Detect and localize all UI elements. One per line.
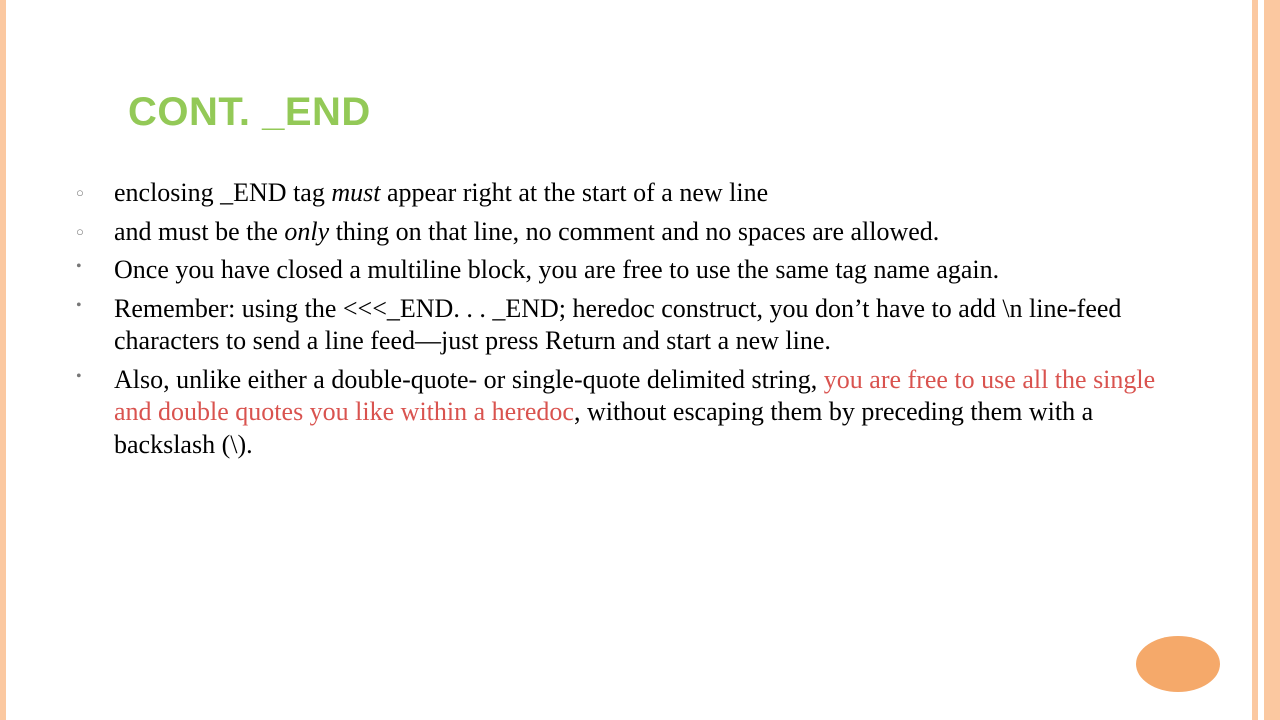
- list-item: •Remember: using the <<<_END. . . _END; …: [70, 293, 1162, 358]
- list-item-text: Remember: using the <<<_END. . . _END; h…: [114, 293, 1162, 358]
- decorative-oval: [1136, 636, 1220, 692]
- bullet-circle-icon: ○: [70, 177, 114, 201]
- bullet-dot-icon: •: [70, 254, 114, 276]
- list-item-text: Also, unlike either a double-quote- or s…: [114, 364, 1162, 462]
- list-item: •Once you have closed a multiline block,…: [70, 254, 1162, 287]
- right-edge-bar: [1252, 0, 1280, 720]
- bullet-list: ○enclosing _END tag must appear right at…: [70, 177, 1162, 461]
- slide-body: CONT. _END ○enclosing _END tag must appe…: [0, 0, 1252, 720]
- list-item-text: and must be the only thing on that line,…: [114, 216, 1162, 249]
- right-edge-gap: [1258, 0, 1264, 720]
- list-item: ○and must be the only thing on that line…: [70, 216, 1162, 249]
- bullet-dot-icon: •: [70, 293, 114, 315]
- list-item: ○enclosing _END tag must appear right at…: [70, 177, 1162, 210]
- bullet-circle-icon: ○: [70, 216, 114, 240]
- bullet-dot-icon: •: [70, 364, 114, 386]
- list-item-text: Once you have closed a multiline block, …: [114, 254, 1162, 287]
- slide-title: CONT. _END: [128, 90, 1162, 135]
- list-item-text: enclosing _END tag must appear right at …: [114, 177, 1162, 210]
- list-item: •Also, unlike either a double-quote- or …: [70, 364, 1162, 462]
